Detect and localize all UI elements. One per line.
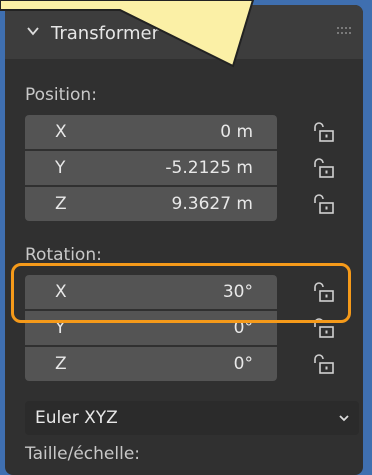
rotation-z-field[interactable]: Z 0°: [25, 347, 277, 381]
scale-label: Taille/échelle:: [25, 444, 141, 464]
field-value: 0 m: [220, 122, 253, 142]
position-y-field[interactable]: Y -5.2125 m: [25, 151, 277, 185]
rotation-mode-value: Euler XYZ: [35, 408, 118, 428]
transform-panel: Transformer Position: X 0 m Y -5.2125 m …: [5, 5, 363, 475]
field-value: -5.2125 m: [165, 158, 253, 178]
position-z-field[interactable]: Z 9.3627 m: [25, 187, 277, 221]
panel-header[interactable]: Transformer: [5, 5, 363, 59]
axis-label: X: [55, 122, 67, 142]
lock-icon[interactable]: [310, 119, 336, 145]
rotation-label: Rotation:: [25, 245, 102, 265]
position-x-field[interactable]: X 0 m: [25, 115, 277, 149]
chevron-down-icon[interactable]: [25, 23, 41, 39]
field-value: 9.3627 m: [171, 194, 253, 214]
lock-icon[interactable]: [310, 155, 336, 181]
axis-label: Y: [55, 158, 66, 178]
field-value: 0°: [233, 318, 253, 338]
axis-label: Y: [55, 318, 66, 338]
axis-label: Z: [55, 194, 67, 214]
axis-label: Z: [55, 354, 67, 374]
position-label: Position:: [25, 85, 97, 105]
field-value: 30°: [222, 282, 253, 302]
rotation-x-field[interactable]: X 30°: [25, 275, 277, 309]
lock-icon[interactable]: [310, 351, 336, 377]
field-value: 0°: [233, 354, 253, 374]
axis-label: X: [55, 282, 67, 302]
lock-icon[interactable]: [310, 315, 336, 341]
rotation-mode-select[interactable]: Euler XYZ: [25, 401, 359, 435]
lock-icon[interactable]: [310, 191, 336, 217]
drag-grip-icon[interactable]: [337, 27, 351, 35]
rotation-y-field[interactable]: Y 0°: [25, 311, 277, 345]
lock-icon[interactable]: [310, 279, 336, 305]
panel-title: Transformer: [51, 23, 160, 44]
chevron-down-icon: [339, 415, 349, 422]
